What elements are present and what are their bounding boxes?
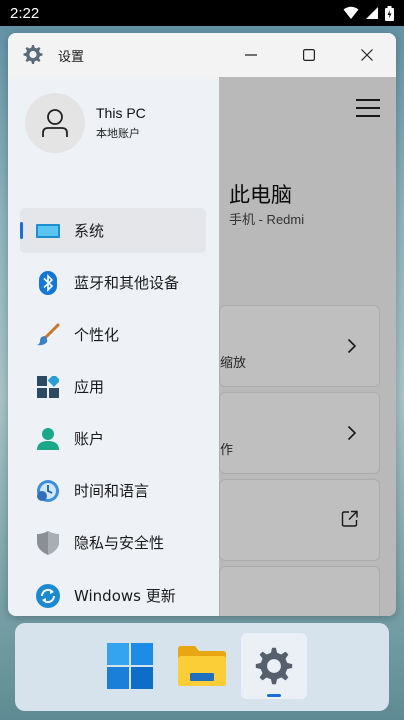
windows-logo-icon xyxy=(107,643,153,689)
shield-icon xyxy=(36,530,60,555)
nav-label: 系统 xyxy=(74,222,105,240)
brush-icon xyxy=(36,323,60,347)
system-icon xyxy=(36,219,60,243)
user-profile[interactable]: This PC 本地账户 xyxy=(25,93,146,153)
status-time: 2:22 xyxy=(10,4,40,22)
taskbar xyxy=(15,623,389,711)
navigation-pane: This PC 本地账户 系统 蓝牙和其他设备 个性化 应用 账户 时间和语言 … xyxy=(8,77,219,616)
wifi-icon xyxy=(343,6,359,19)
nav-label: 蓝牙和其他设备 xyxy=(74,274,180,292)
nav-item-time-language[interactable]: 时间和语言 xyxy=(20,468,206,513)
nav-item-bluetooth[interactable]: 蓝牙和其他设备 xyxy=(20,260,206,305)
battery-icon xyxy=(385,5,394,21)
nav-item-windows-update[interactable]: Windows 更新 xyxy=(20,573,206,616)
apps-icon xyxy=(36,375,60,399)
running-indicator xyxy=(267,694,281,697)
maximize-button[interactable] xyxy=(280,33,338,77)
profile-name: This PC xyxy=(96,105,146,121)
selection-indicator xyxy=(20,222,23,239)
nav-label: 应用 xyxy=(74,378,105,396)
bluetooth-icon xyxy=(36,270,60,295)
profile-subtitle: 本地账户 xyxy=(96,127,140,140)
minimize-icon xyxy=(245,54,257,56)
person-icon xyxy=(42,109,68,137)
update-icon xyxy=(36,583,60,608)
maximize-icon xyxy=(303,49,315,61)
nav-label: 时间和语言 xyxy=(74,482,150,500)
nav-item-privacy[interactable]: 隐私与安全性 xyxy=(20,520,206,565)
minimize-button[interactable] xyxy=(222,33,280,77)
taskbar-start-button[interactable] xyxy=(97,633,163,699)
title-bar: 设置 xyxy=(8,33,396,77)
nav-item-accounts[interactable]: 账户 xyxy=(20,416,206,461)
folder-icon xyxy=(178,646,226,686)
time-language-icon xyxy=(36,479,60,503)
taskbar-settings[interactable] xyxy=(241,633,307,699)
nav-label: 隐私与安全性 xyxy=(74,534,165,552)
nav-item-system[interactable]: 系统 xyxy=(20,208,206,253)
status-icons xyxy=(343,5,394,21)
nav-item-personalization[interactable]: 个性化 xyxy=(20,312,206,357)
taskbar-file-explorer[interactable] xyxy=(169,633,235,699)
status-bar: 2:22 xyxy=(0,0,404,26)
signal-icon xyxy=(366,7,378,19)
nav-label: 账户 xyxy=(74,430,105,448)
close-icon xyxy=(361,49,373,61)
nav-label: 个性化 xyxy=(74,326,120,344)
account-icon xyxy=(36,427,60,451)
avatar xyxy=(25,93,85,153)
settings-window: 设置 此电脑 手机 - Redmi 缩放 作 This PC 本地账户 系统 蓝… xyxy=(8,33,396,616)
nav-item-apps[interactable]: 应用 xyxy=(20,364,206,409)
gear-icon xyxy=(255,647,293,685)
close-button[interactable] xyxy=(338,33,396,77)
window-title: 设置 xyxy=(58,49,85,65)
gear-icon xyxy=(23,45,43,64)
nav-label: Windows 更新 xyxy=(74,587,176,605)
